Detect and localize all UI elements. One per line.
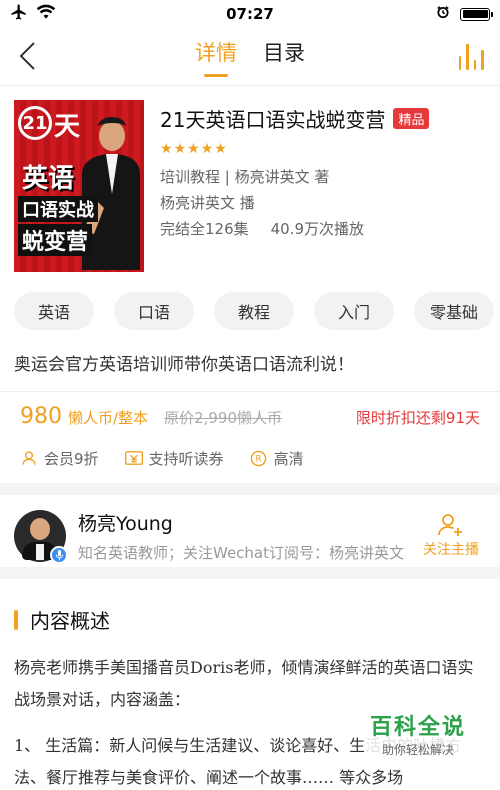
voucher-icon xyxy=(124,449,143,467)
premium-badge: 精品 xyxy=(393,108,430,129)
wifi-icon xyxy=(36,4,56,24)
rating-stars: ★ ★ ★ ★ ★ xyxy=(160,141,486,157)
hd-quality: R 高清 xyxy=(250,443,304,473)
member-discount-label: 会员9折 xyxy=(44,449,99,468)
course-narrator: 杨亮讲英文 播 xyxy=(160,194,255,212)
nav-tabs: 详情 目录 xyxy=(195,37,305,77)
hd-quality-label: 高清 xyxy=(273,449,304,468)
back-icon xyxy=(19,42,35,70)
play-count: 40.9万次播放 xyxy=(270,220,365,238)
airplane-icon xyxy=(10,3,28,25)
cover-line-transform: 蜕变营 xyxy=(18,224,93,256)
watermark: 百科全说 助你轻松解决 xyxy=(363,707,472,760)
anchor-name: 杨亮Young xyxy=(78,513,173,535)
content-summary-header: 内容概述 xyxy=(0,579,500,634)
status-right xyxy=(370,5,493,23)
course-stats: 完结全126集 40.9万次播放 xyxy=(160,217,486,241)
star-icon: ★ xyxy=(214,141,227,157)
battery-icon xyxy=(460,7,493,21)
section-accent-bar xyxy=(14,609,18,630)
tag-item[interactable]: 口语 xyxy=(114,292,194,330)
section-divider xyxy=(0,483,500,495)
follow-anchor-label: 关注主播 xyxy=(423,542,479,558)
original-price: 原价2,990懒人币 xyxy=(164,409,283,427)
tab-catalog[interactable]: 目录 xyxy=(263,37,305,77)
course-title: 21天英语口语实战蜕变营 xyxy=(160,108,386,132)
price-amount: 980 xyxy=(20,404,62,429)
status-bar: 07:27 xyxy=(0,0,500,28)
course-author: 培训教程 | 杨亮讲英文 著 xyxy=(160,168,330,186)
nav-bar: 详情 目录 xyxy=(0,28,500,86)
hd-icon: R xyxy=(250,449,268,467)
voucher-support-label: 支持听读券 xyxy=(148,449,224,468)
course-cover[interactable]: 21 天 英语 口语实战 蜕变营 xyxy=(14,100,144,272)
price-unit: 懒人币/整本 xyxy=(68,409,149,427)
mic-icon xyxy=(50,546,68,564)
member-discount: 会员9折 xyxy=(20,443,99,473)
title-row: 21天英语口语实战蜕变营 精品 xyxy=(160,104,486,133)
cover-line-speaking: 口语实战 xyxy=(18,196,98,222)
avatar[interactable] xyxy=(14,510,68,564)
star-icon: ★ xyxy=(173,141,187,157)
cover-number: 21 xyxy=(18,106,52,140)
course-description: 奥运会官方英语培训师带你英语口语流利说！ xyxy=(0,350,500,392)
star-icon: ★ xyxy=(187,141,200,157)
audio-playing-icon[interactable] xyxy=(454,40,488,74)
anchor-card[interactable]: 杨亮Young 知名英语教师；关注Wechat订阅号：杨亮讲英文 关注主播 xyxy=(0,495,500,579)
status-left xyxy=(10,3,130,25)
discount-countdown: 限时折扣还剩91天 xyxy=(355,409,480,427)
anchor-info: 杨亮Young 知名英语教师；关注Wechat订阅号：杨亮讲英文 xyxy=(78,509,416,563)
star-icon: ★ xyxy=(160,141,173,157)
perks-row: 会员9折 支持听读券 R 高清 xyxy=(0,429,500,473)
avatar-shirt xyxy=(36,544,44,560)
back-button[interactable] xyxy=(8,36,48,76)
status-time: 07:27 xyxy=(226,5,274,23)
anchor-bio: 知名英语教师；关注Wechat订阅号：杨亮讲英文 xyxy=(78,544,405,562)
watermark-subtitle: 助你轻松解决 xyxy=(381,743,454,757)
price-row: 980 懒人币/整本 原价2,990懒人币 限时折扣还剩91天 xyxy=(0,392,500,429)
tag-item[interactable]: 教程 xyxy=(214,292,294,330)
course-info: 21天英语口语实战蜕变营 精品 ★ ★ ★ ★ ★ 培训教程 | 杨亮讲英文 著… xyxy=(160,100,486,286)
alarm-icon xyxy=(436,5,450,23)
episode-count: 完结全126集 xyxy=(160,220,249,238)
star-icon: ★ xyxy=(200,141,214,157)
content-summary-title: 内容概述 xyxy=(30,609,110,633)
user-icon xyxy=(20,449,38,467)
watermark-title: 百科全说 xyxy=(369,715,466,740)
tag-list: 英语 口语 教程 入门 零基础 xyxy=(0,292,500,332)
tag-item[interactable]: 零基础 xyxy=(414,292,494,330)
tag-item[interactable]: 英语 xyxy=(14,292,94,330)
tab-details[interactable]: 详情 xyxy=(195,37,237,77)
add-user-icon xyxy=(438,514,462,536)
course-header: 21 天 英语 口语实战 蜕变营 21天英语口语实战蜕变营 精品 ★ ★ ★ ★… xyxy=(0,86,500,286)
avatar-face xyxy=(30,518,50,540)
voucher-support: 支持听读券 xyxy=(124,443,224,473)
svg-text:R: R xyxy=(256,454,262,464)
cover-line-english: 英语 xyxy=(22,164,75,194)
follow-anchor-button[interactable]: 关注主播 xyxy=(416,513,486,559)
tag-item[interactable]: 入门 xyxy=(314,292,394,330)
